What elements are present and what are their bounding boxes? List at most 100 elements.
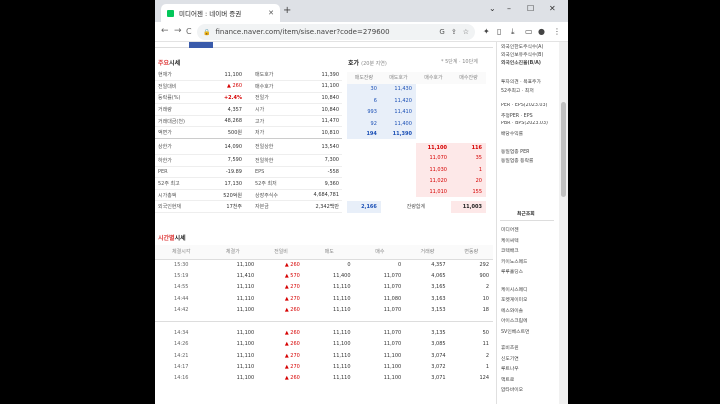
per-info-label[interactable]: PER · EPS(2023.03) bbox=[501, 103, 547, 108]
bookmark-star-icon[interactable]: ☆ bbox=[463, 28, 469, 36]
sidebar-icon[interactable]: ▯ bbox=[497, 27, 501, 37]
recent-item-link[interactable]: 루트나우 bbox=[501, 365, 519, 372]
empty-cell bbox=[381, 187, 416, 199]
recent-item-link[interactable]: 케이시스메디 bbox=[501, 286, 527, 293]
bid-cell: 11,100 bbox=[383, 364, 402, 371]
industry-info-label[interactable]: 동일업종 등락률 bbox=[501, 157, 533, 164]
recent-item-link[interactable]: 코텍배크 bbox=[501, 247, 519, 254]
extensions-icon[interactable]: ✦ bbox=[483, 27, 490, 37]
recent-item-link[interactable]: 에스와이솔 bbox=[501, 307, 523, 314]
per-info-label[interactable]: 추정PER · EPS bbox=[501, 112, 533, 119]
sell-price[interactable]: 11,400 bbox=[380, 118, 416, 130]
volume-cell: 3,074 bbox=[431, 352, 446, 359]
url-text[interactable]: finance.naver.com/item/sise.naver?code=2… bbox=[215, 28, 433, 36]
change-cell: ▲ 260 bbox=[284, 330, 300, 337]
forward-button[interactable]: → bbox=[174, 26, 182, 37]
tab-close-icon[interactable]: ✕ bbox=[268, 9, 274, 17]
delta-cell: 10 bbox=[482, 295, 489, 302]
quote-label: 액면가 bbox=[158, 130, 172, 137]
ask-cell: 0 bbox=[347, 261, 351, 268]
quote-value: +2.4% bbox=[223, 94, 242, 101]
close-window-button[interactable]: ✕ bbox=[549, 4, 556, 13]
recent-item-link[interactable]: 케이씨텍 bbox=[501, 237, 519, 244]
buy-price[interactable]: 11,030 bbox=[415, 164, 451, 176]
foreign-info-label: 외국인소진율(B/A) bbox=[501, 61, 541, 66]
window-icon[interactable]: ▭ bbox=[525, 27, 533, 37]
time-cell: 14:26 bbox=[174, 341, 189, 348]
quote-value: 17천주 bbox=[226, 204, 242, 211]
trades-header: 거래량 bbox=[405, 245, 450, 260]
recent-item-link[interactable]: 루루홀딩스 bbox=[501, 268, 523, 275]
sell-quantity: 30 bbox=[347, 83, 381, 95]
google-icon[interactable]: G bbox=[439, 28, 444, 36]
sell-price[interactable]: 11,430 bbox=[380, 83, 416, 95]
recent-item-link[interactable]: 액트로 bbox=[501, 376, 514, 383]
reload-button[interactable]: C bbox=[186, 26, 192, 37]
quote-value: 10,810 bbox=[321, 129, 340, 136]
delta-cell: 2 bbox=[485, 284, 489, 291]
trades-row: 14:16 11,100 ▲ 260 11,110 11,100 3,071 124 bbox=[155, 373, 493, 384]
minimize-button[interactable]: – bbox=[507, 4, 511, 13]
back-button[interactable]: ← bbox=[161, 26, 169, 37]
trades-row: 14:21 11,110 ▲ 270 11,110 11,100 3,074 2 bbox=[155, 350, 493, 361]
sell-quantity: 6 bbox=[347, 95, 381, 107]
quote-label: PER bbox=[158, 168, 168, 175]
scrollbar-thumb[interactable] bbox=[561, 102, 566, 197]
buy-price[interactable]: 11,020 bbox=[415, 175, 451, 187]
browser-window: 미디어젠 : 네이버 증권 ✕ + ⌄ – ☐ ✕ ← → C 🔒 financ… bbox=[155, 0, 568, 404]
page-scrollbar[interactable] bbox=[559, 42, 568, 404]
hoga-buy-row: 11,100 116 bbox=[347, 141, 486, 153]
time-cell: 14:42 bbox=[174, 306, 189, 313]
new-tab-button[interactable]: + bbox=[283, 5, 291, 17]
buy-price[interactable]: 11,100 bbox=[415, 141, 451, 153]
bid-cell: 11,100 bbox=[383, 352, 402, 359]
quote-value: 13,540 bbox=[321, 143, 340, 150]
maximize-button[interactable]: ☐ bbox=[527, 4, 534, 13]
quote-label: 거래대금(천) bbox=[158, 118, 185, 125]
address-bar[interactable]: 🔒 finance.naver.com/item/sise.naver?code… bbox=[197, 24, 475, 40]
sell-price[interactable]: 11,420 bbox=[380, 95, 416, 107]
ask-cell: 11,400 bbox=[333, 272, 351, 279]
foreign-info-label: 외국인보유주식수(B) bbox=[501, 53, 544, 58]
active-subtab[interactable] bbox=[189, 42, 213, 48]
quote-value: 520억원 bbox=[223, 192, 242, 199]
recent-item-link[interactable]: 신도기연 bbox=[501, 355, 519, 362]
quote-label: EPS bbox=[255, 168, 265, 175]
share-icon[interactable]: ⇪ bbox=[451, 28, 457, 36]
delta-cell: 292 bbox=[479, 261, 489, 268]
industry-info-label[interactable]: 동일업종 PER bbox=[501, 148, 529, 155]
quote-label: 시가 bbox=[255, 107, 265, 114]
empty-cell bbox=[381, 176, 416, 188]
change-cell: ▲ 270 bbox=[284, 284, 300, 291]
hoga-level-toggle[interactable]: * 5단계 · 10단계 bbox=[441, 58, 478, 65]
time-cell: 14:44 bbox=[174, 295, 189, 302]
recent-item-link[interactable]: 키이노스메드 bbox=[501, 258, 527, 265]
recent-item-link[interactable]: 미디어젠 bbox=[501, 226, 519, 233]
recent-item-link[interactable]: 압타바이오 bbox=[501, 386, 523, 393]
per-info-label[interactable]: 배당수익률 bbox=[501, 130, 523, 137]
quote-value: 4,357 bbox=[227, 106, 242, 113]
tab-active[interactable]: 미디어젠 : 네이버 증권 ✕ bbox=[161, 4, 280, 22]
delta-cell: 18 bbox=[482, 306, 489, 313]
buy-price[interactable]: 11,070 bbox=[415, 152, 451, 164]
recent-item-link[interactable]: 아이스크림에 bbox=[501, 317, 527, 324]
bid-cell: 11,070 bbox=[383, 330, 402, 337]
sell-price[interactable]: 11,410 bbox=[380, 106, 416, 118]
tab-search-icon[interactable]: ⌄ bbox=[489, 4, 496, 13]
per-info-label[interactable]: PBR · BPS(2023.03) bbox=[501, 121, 548, 126]
download-icon[interactable]: ⤓ bbox=[511, 27, 515, 37]
trades-section-title: 시간별시세 bbox=[158, 235, 186, 242]
hoga-sell-row: 194 11,390 bbox=[347, 129, 486, 141]
quote-label: 전일상한 bbox=[255, 144, 274, 151]
ask-cell: 11,110 bbox=[333, 375, 351, 382]
menu-kebab-icon[interactable]: ⋮ bbox=[553, 27, 561, 37]
quote-row: 52주 최고 17,130 52주 최저 9,360 bbox=[155, 178, 342, 190]
recent-item-link[interactable]: SV인베스트먼 bbox=[501, 328, 529, 335]
volume-cell: 3,085 bbox=[431, 341, 446, 348]
profile-avatar-icon[interactable]: ● bbox=[538, 27, 545, 37]
buy-price[interactable]: 11,010 bbox=[415, 187, 451, 199]
recent-item-link[interactable]: 포켓게이미오 bbox=[501, 296, 527, 303]
recent-item-link[interactable]: 휴비츠윈 bbox=[501, 344, 519, 351]
empty-cell bbox=[416, 95, 451, 107]
sell-price[interactable]: 11,390 bbox=[380, 129, 416, 141]
